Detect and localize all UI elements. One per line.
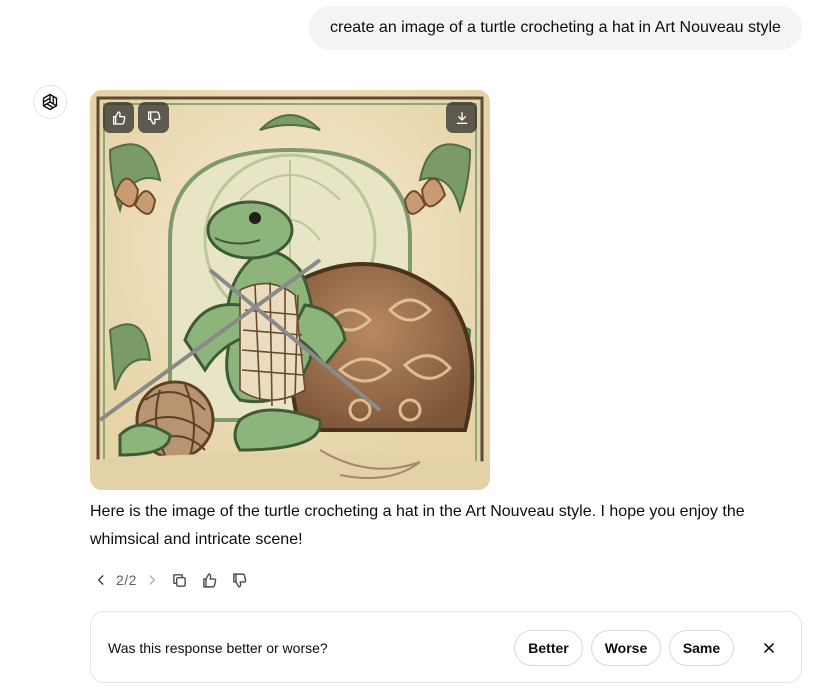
feedback-question: Was this response better or worse? [108, 640, 328, 656]
assistant-response-text: Here is the image of the turtle crocheti… [90, 503, 745, 548]
previous-response-button[interactable] [90, 569, 112, 591]
thumbs-up-button[interactable] [199, 569, 221, 591]
copy-icon [173, 573, 187, 587]
close-icon [764, 643, 774, 653]
thumbs-up-icon [203, 572, 217, 588]
thumbs-down-button[interactable] [229, 569, 251, 591]
next-response-button[interactable] [141, 569, 163, 591]
worse-button[interactable]: Worse [591, 630, 661, 666]
thumbs-down-icon [147, 110, 160, 125]
image-download-button[interactable] [446, 102, 477, 133]
copy-button[interactable] [169, 569, 191, 591]
better-button[interactable]: Better [514, 630, 583, 666]
openai-logo-icon [42, 93, 58, 111]
thumbs-up-icon [112, 110, 125, 125]
image-thumbs-down-button[interactable] [138, 102, 169, 133]
chevron-left-icon [97, 575, 104, 585]
turtle-artwork [90, 90, 490, 490]
assistant-avatar [33, 85, 67, 119]
download-icon [456, 111, 467, 124]
user-message-bubble: create an image of a turtle crocheting a… [309, 6, 802, 50]
feedback-card: Was this response better or worse? Bette… [90, 611, 802, 683]
same-button[interactable]: Same [669, 630, 734, 666]
response-pager: 2/2 [116, 572, 137, 588]
thumbs-down-icon [233, 572, 247, 588]
feedback-close-button[interactable] [759, 638, 779, 658]
image-thumbs-up-button[interactable] [103, 102, 134, 133]
chevron-right-icon [149, 575, 156, 585]
generated-image[interactable] [90, 90, 490, 490]
user-message-text: create an image of a turtle crocheting a… [330, 19, 781, 36]
response-actions: 2/2 [90, 568, 251, 592]
